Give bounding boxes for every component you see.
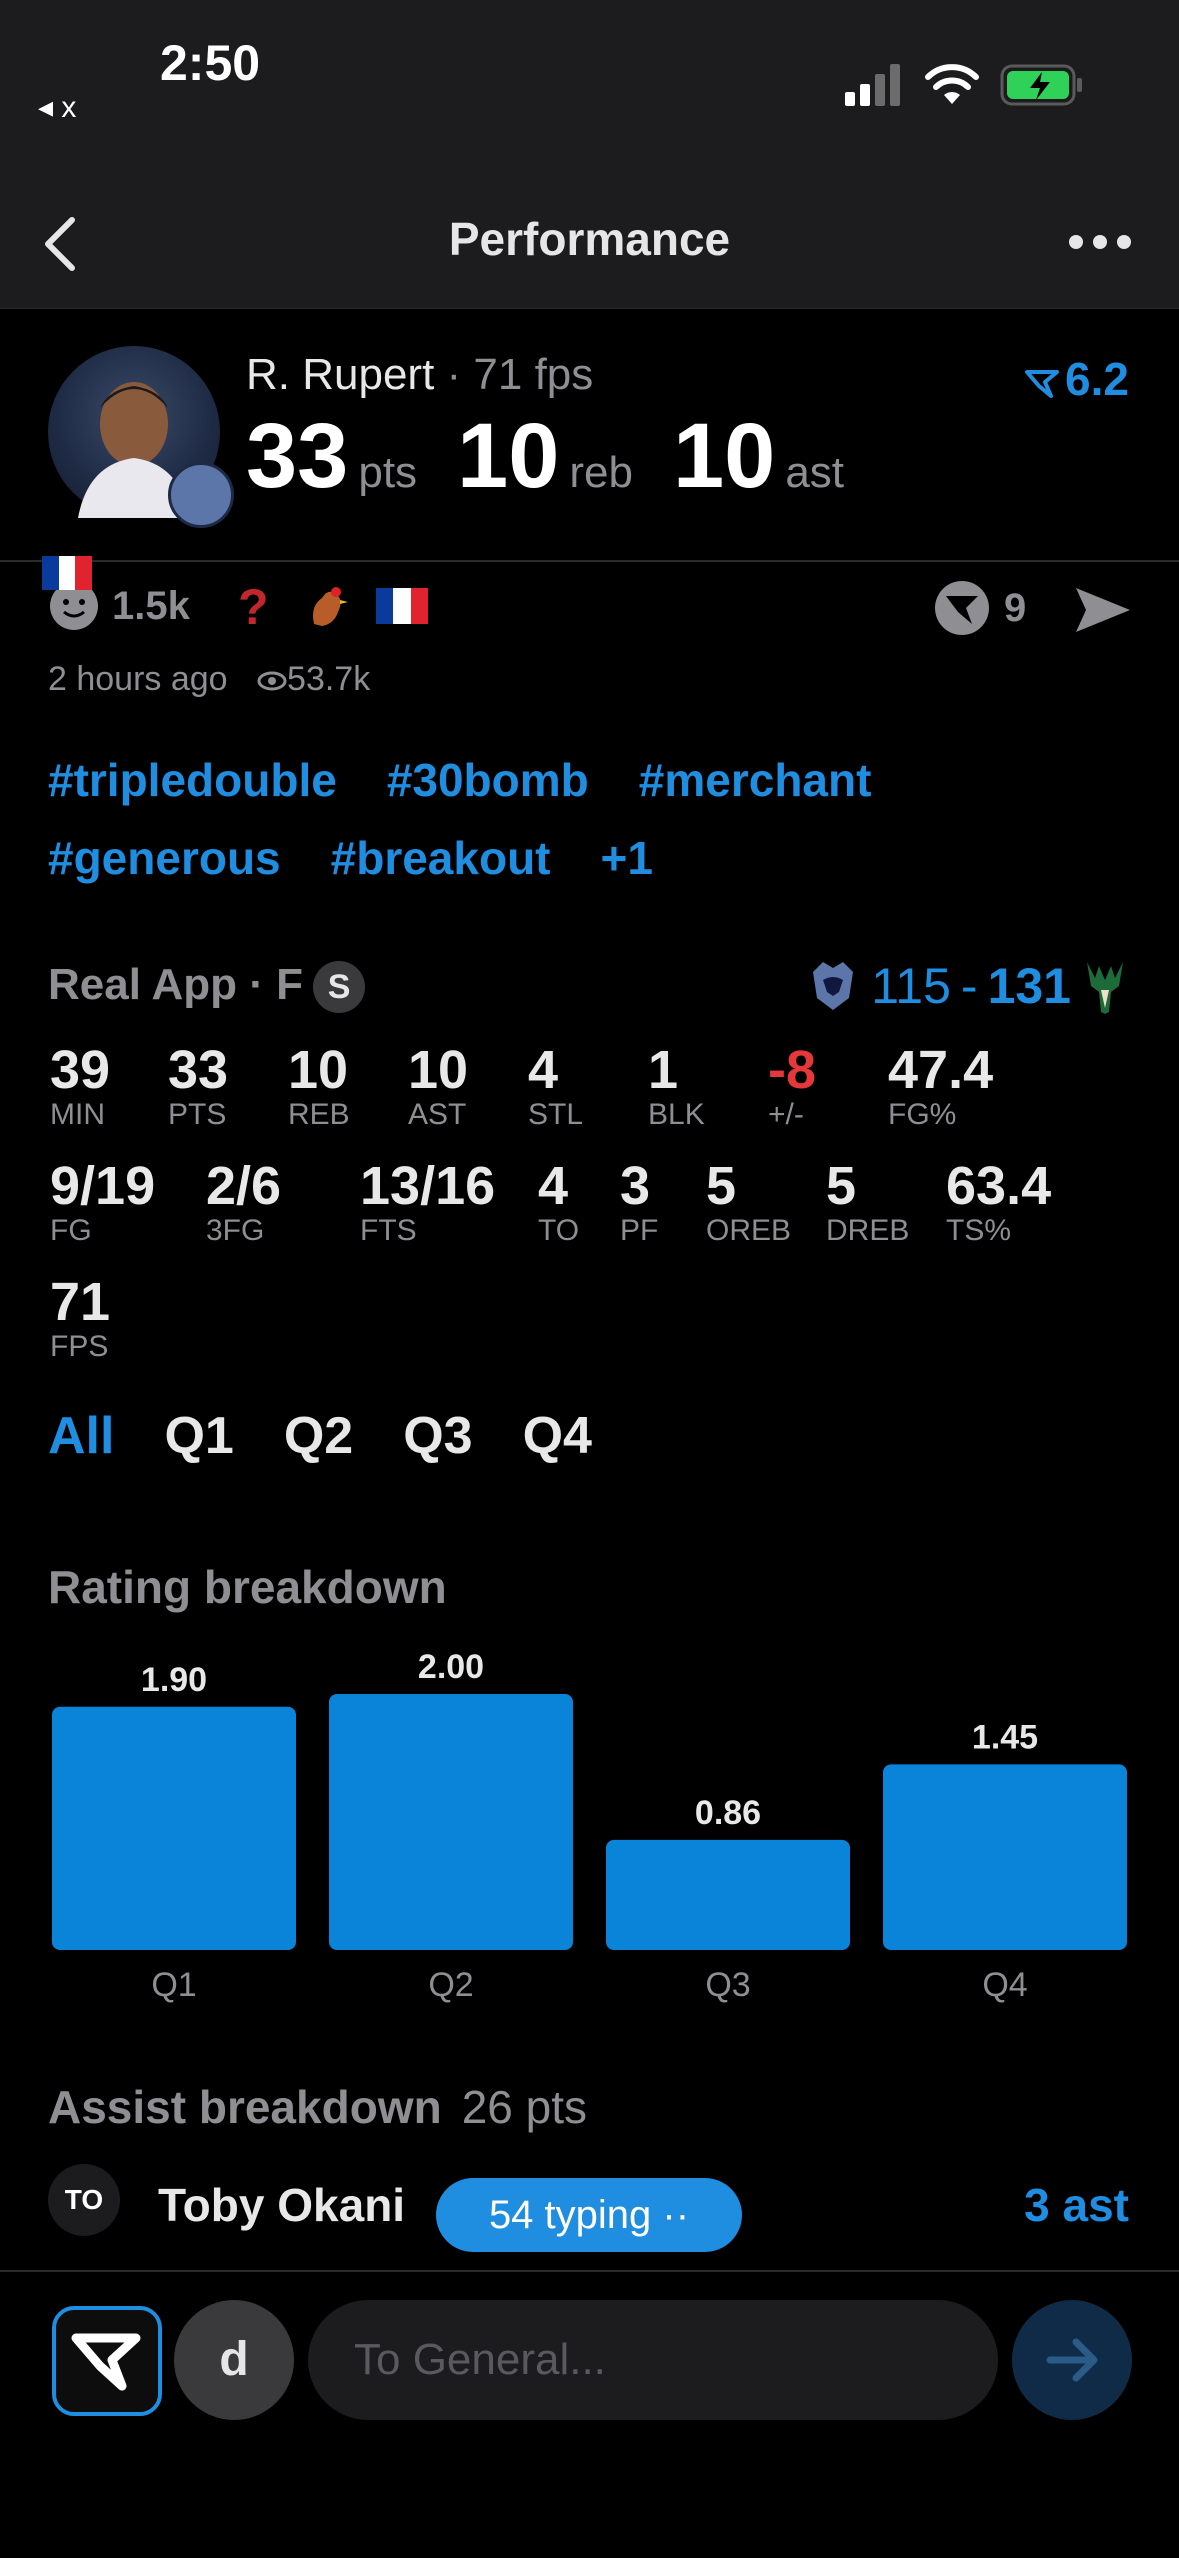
assister-name[interactable]: Toby Okani (158, 2178, 405, 2232)
question-icon[interactable]: ? (232, 580, 276, 632)
stat-fps: 71 FPS (50, 1272, 111, 1363)
player-name: R. Rupert · 71 fps (246, 350, 594, 399)
ast-unit: ast (785, 448, 845, 497)
app-logo-button[interactable] (52, 2306, 162, 2416)
svg-text:?: ? (238, 580, 269, 632)
views-count: 53.7k (257, 660, 370, 698)
tag-breakout[interactable]: #breakout (331, 834, 551, 882)
user-avatar[interactable]: d (174, 2300, 294, 2420)
quarter-tabs: All Q1 Q2 Q3 Q4 (48, 1406, 592, 1466)
stat-fg-pct: 47.4 FG% (888, 1040, 994, 1131)
bucks-logo-icon (1087, 962, 1123, 1014)
assister-avatar[interactable]: TO (48, 2164, 120, 2236)
tag-more[interactable]: +1 (601, 834, 653, 882)
stat-stl: 4 STL (528, 1040, 584, 1131)
stat-pts: 33 PTS (168, 1040, 229, 1131)
more-options-icon[interactable] (1068, 230, 1132, 259)
bar-value-label: 1.90 (141, 1661, 207, 1699)
assist-breakdown-title: Assist breakdown 26 pts (48, 2081, 587, 2133)
grizzlies-logo-icon (813, 962, 854, 1010)
tab-q2[interactable]: Q2 (284, 1406, 353, 1466)
send-button[interactable] (1012, 2300, 1132, 2420)
battery-icon (1000, 64, 1084, 111)
bar-q3[interactable] (606, 1839, 850, 1950)
game-score[interactable]: 115-131 (805, 956, 1129, 1016)
tag-30bomb[interactable]: #30bomb (387, 756, 589, 804)
tag-merchant[interactable]: #merchant (639, 756, 872, 804)
hashtags: #tripledouble #30bomb #merchant #generou… (48, 756, 1148, 882)
bar-value-label: 0.86 (695, 1794, 761, 1832)
ast-value: 10 (672, 405, 776, 507)
france-flag-icon[interactable] (375, 588, 428, 624)
wifi-icon (924, 62, 980, 111)
post-meta: 2 hours ago 53.7k (48, 660, 370, 699)
bar-q4[interactable] (883, 1764, 1127, 1950)
player-rating[interactable]: 6.2 (1025, 352, 1129, 406)
bar-q2[interactable] (329, 1694, 573, 1950)
stat-ast: 10 AST (408, 1040, 469, 1131)
rating-breakdown-chart: 1.90 Q1 2.00 Q2 0.86 Q3 1.45 Q4 (52, 1648, 1127, 2004)
rating-breakdown-title: Rating breakdown (48, 1561, 447, 1613)
rating-logo-icon (1025, 369, 1060, 398)
page-title: Performance (448, 213, 731, 265)
stat-reb: 10 REB (288, 1040, 350, 1131)
reb-value: 10 (457, 405, 560, 507)
tab-q1[interactable]: Q1 (164, 1406, 233, 1466)
position-badge: S (313, 961, 366, 1014)
reb-unit: reb (569, 448, 633, 497)
stat-oreb: 5 OREB (706, 1156, 792, 1247)
real-logo-icon (71, 2333, 141, 2391)
status-time: 2:50 (160, 35, 261, 91)
france-flag-icon (42, 556, 93, 590)
bar-value-label: 2.00 (418, 1648, 484, 1686)
signal-icon (845, 62, 901, 111)
stat-min: 39 MIN (50, 1040, 111, 1131)
stat-dreb: 5 DREB (826, 1156, 910, 1247)
game-league: Real App · FS (48, 960, 366, 1014)
comment-button[interactable]: 9 (934, 580, 1026, 636)
pts-unit: pts (358, 448, 418, 497)
back-to-app-link[interactable]: ◂ x (38, 90, 76, 125)
assist-count: 3 ast (1024, 2179, 1129, 2231)
stat-plus-minus: -8 +/- (768, 1040, 817, 1131)
x-tick-label: Q4 (982, 1966, 1027, 2004)
stat-to: 4 TO (538, 1156, 580, 1247)
tab-q3[interactable]: Q3 (403, 1406, 472, 1466)
rooster-icon[interactable] (300, 580, 352, 632)
player-statline: 33 pts 10 reb 10 ast (246, 404, 884, 509)
stat-3fg: 2/6 3FG (206, 1156, 282, 1247)
x-tick-label: Q3 (705, 1966, 750, 2004)
share-send-icon[interactable] (1074, 584, 1132, 641)
tab-all[interactable]: All (48, 1406, 114, 1466)
like-button[interactable]: 1.5k (42, 556, 190, 632)
x-tick-label: Q1 (151, 1966, 196, 2004)
tab-q4[interactable]: Q4 (523, 1406, 592, 1466)
stat-fts: 13/16 FTS (360, 1156, 496, 1247)
stat-blk: 1 BLK (648, 1040, 705, 1131)
typing-indicator[interactable]: 54 typing ·· (436, 2178, 742, 2252)
assist-breakdown-pts: 26 pts (461, 2081, 587, 2133)
bar-q1[interactable] (52, 1706, 296, 1950)
social-row: 1.5k ? (42, 556, 428, 632)
bar-value-label: 1.45 (972, 1718, 1038, 1756)
message-input[interactable] (308, 2300, 998, 2420)
real-logo-icon (935, 581, 989, 635)
stat-pf: 3 PF (620, 1156, 659, 1247)
x-tick-label: Q2 (428, 1966, 473, 2004)
stat-fg: 9/19 FG (50, 1156, 156, 1247)
post-time: 2 hours ago (48, 660, 228, 698)
eye-icon (257, 671, 287, 691)
stat-ts-pct: 63.4 TS% (946, 1156, 1052, 1247)
tag-generous[interactable]: #generous (48, 834, 281, 882)
pts-value: 33 (246, 405, 349, 507)
arrow-right-icon (1046, 2338, 1098, 2382)
tag-tripledouble[interactable]: #tripledouble (48, 756, 337, 804)
team-logo-icon (168, 462, 234, 528)
